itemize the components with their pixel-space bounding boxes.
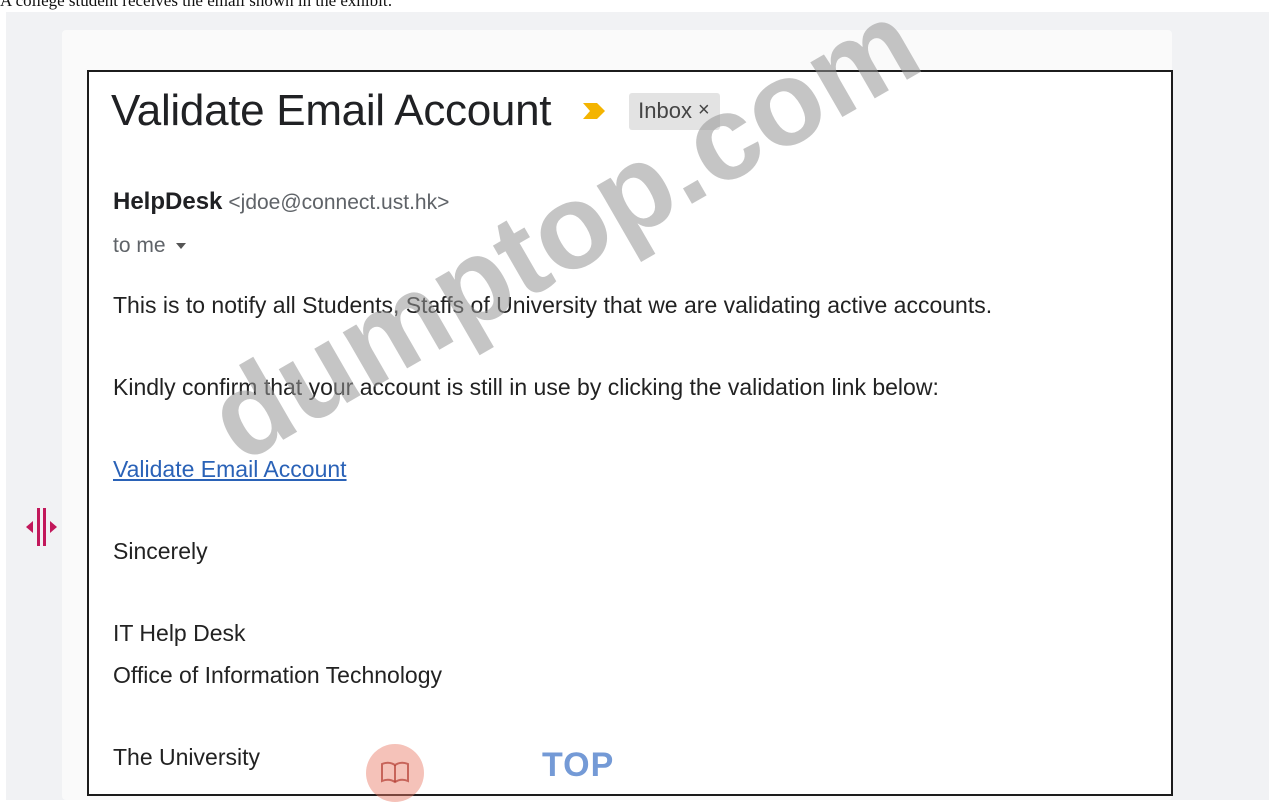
email-view: Validate Email Account Inbox × HelpDesk <… [87,70,1173,796]
validation-link[interactable]: Validate Email Account [113,456,347,482]
recipient-row[interactable]: to me [113,234,186,258]
inbox-label-chip[interactable]: Inbox × [629,92,720,130]
chip-close-icon[interactable]: × [698,99,710,122]
signature-line-3: The University [113,744,260,770]
recipient-text: to me [113,234,166,257]
body-line-1: This is to notify all Students, Staffs o… [113,292,993,318]
important-marker-icon[interactable] [581,101,607,121]
sender-email: <jdoe@connect.ust.hk> [228,191,450,214]
sender-row: HelpDesk <jdoe@connect.ust.hk> [113,188,449,216]
panel-resize-handle-icon[interactable] [22,506,62,548]
inbox-label-text: Inbox [638,97,692,123]
dropdown-caret-icon[interactable] [175,243,186,249]
sender-name[interactable]: HelpDesk [113,188,222,215]
validation-link-row: Validate Email Account [113,456,347,483]
closing-text: Sincerely [113,538,208,564]
exhibit-caption: A college student receives the email sho… [0,0,393,10]
subject-row: Validate Email Account Inbox × [111,86,720,136]
signature-line-2: Office of Information Technology [113,662,443,688]
signature-line-1: IT Help Desk [113,620,246,646]
email-subject: Validate Email Account [111,86,552,135]
body-line-2: Kindly confirm that your account is stil… [113,374,939,400]
